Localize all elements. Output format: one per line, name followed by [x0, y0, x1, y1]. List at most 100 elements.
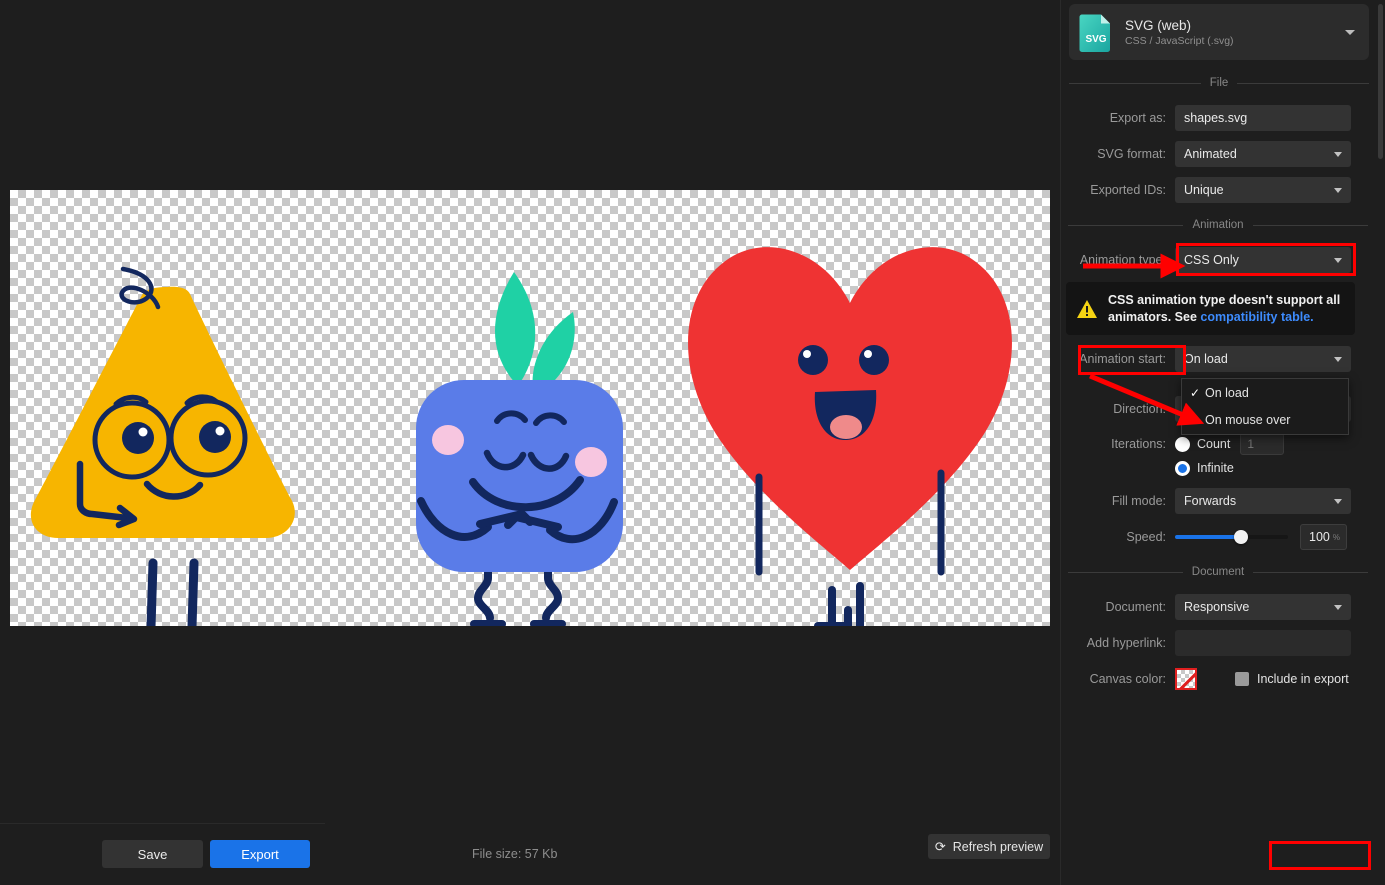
section-label-animation: Animation — [1192, 219, 1244, 231]
speed-label: Speed: — [1126, 530, 1166, 544]
row-export-as: Export as: shapes.svg — [1063, 105, 1351, 131]
warning-triangle-icon — [1076, 299, 1098, 319]
add-hyperlink-input[interactable] — [1175, 630, 1351, 656]
export-dialog: File size: 57 Kb ⟳ Refresh preview SVG S… — [0, 0, 1385, 885]
menu-item-on-mouse-over[interactable]: On mouse over — [1182, 406, 1348, 433]
row-animation-start: Animation start: On load — [1063, 346, 1351, 372]
refresh-preview-button[interactable]: ⟳ Refresh preview — [928, 834, 1050, 859]
svg-file-icon: SVG — [1079, 12, 1113, 52]
panel-footer: Save Export — [0, 823, 325, 885]
chevron-down-icon — [1334, 499, 1342, 504]
format-title: SVG (web) — [1125, 17, 1192, 33]
fill-mode-dropdown[interactable]: Forwards — [1175, 488, 1351, 514]
red-heart-character — [688, 247, 1012, 626]
document-dropdown[interactable]: Responsive — [1175, 594, 1351, 620]
speed-slider[interactable] — [1175, 524, 1288, 550]
row-document: Document: Responsive — [1063, 594, 1351, 620]
add-hyperlink-label: Add hyperlink: — [1086, 636, 1166, 650]
speed-value: 100 — [1309, 530, 1330, 544]
chevron-down-icon — [1334, 605, 1342, 610]
row-speed: Speed: 100 % — [1063, 524, 1347, 550]
exported-ids-label: Exported IDs: — [1090, 183, 1166, 197]
speed-input[interactable]: 100 % — [1300, 524, 1347, 550]
section-header-file: File — [1069, 76, 1369, 90]
preview-area: File size: 57 Kb ⟳ Refresh preview — [0, 0, 1060, 885]
document-value: Responsive — [1184, 600, 1250, 614]
chevron-down-icon — [1345, 29, 1355, 35]
panel-scrollbar[interactable] — [1378, 4, 1383, 159]
svg-format-value: Animated — [1184, 147, 1237, 161]
chevron-down-icon — [1334, 152, 1342, 157]
export-as-input[interactable]: shapes.svg — [1175, 105, 1351, 131]
direction-label: Direction: — [1113, 402, 1166, 416]
divider-right — [1237, 82, 1369, 84]
canvas-color-swatch[interactable] — [1175, 668, 1197, 690]
chevron-down-icon — [1334, 258, 1342, 263]
animation-start-menu[interactable]: ✓ On load On mouse over — [1181, 378, 1349, 435]
exported-ids-value: Unique — [1184, 183, 1224, 197]
yellow-triangle-character — [30, 266, 295, 626]
include-in-export-checkbox[interactable]: Include in export — [1235, 672, 1349, 686]
checkbox-square — [1235, 672, 1249, 686]
animation-start-dropdown[interactable]: On load — [1175, 346, 1351, 372]
iterations-label: Iterations: — [1111, 437, 1166, 451]
artwork-canvas[interactable] — [10, 190, 1050, 626]
divider-left — [1068, 571, 1183, 573]
svg-format-dropdown[interactable]: Animated — [1175, 141, 1351, 167]
file-size-label: File size: 57 Kb — [472, 847, 558, 861]
blue-square-character — [416, 272, 623, 626]
warning-line-1: CSS animation type doesn't support all — [1108, 293, 1341, 307]
animation-type-value: CSS Only — [1184, 253, 1239, 267]
export-as-label: Export as: — [1109, 111, 1166, 125]
divider-left — [1068, 224, 1184, 226]
radio-infinite[interactable] — [1175, 460, 1190, 476]
section-header-document: Document — [1068, 565, 1369, 579]
iterations-count-input[interactable]: 1 — [1240, 433, 1285, 455]
document-label: Document: — [1105, 600, 1166, 614]
refresh-icon: ⟳ — [934, 839, 946, 854]
menu-item-on-load-label: On load — [1205, 385, 1249, 400]
section-header-animation: Animation — [1068, 218, 1369, 232]
menu-item-on-mouse-over-label: On mouse over — [1205, 412, 1291, 427]
warning-message: CSS animation type doesn't support all a… — [1108, 292, 1340, 325]
animation-start-label: Animation start: — [1079, 352, 1166, 366]
divider-left — [1069, 82, 1201, 84]
export-as-value: shapes.svg — [1184, 111, 1248, 125]
menu-item-on-load[interactable]: ✓ On load — [1182, 379, 1348, 406]
slider-fill — [1175, 535, 1241, 539]
row-iterations-infinite: Infinite — [1063, 455, 1234, 481]
radio-infinite-label: Infinite — [1197, 461, 1234, 475]
section-label-document: Document — [1191, 566, 1245, 578]
radio-count[interactable] — [1175, 436, 1190, 452]
row-animation-type: Animation type: CSS Only — [1063, 247, 1351, 273]
format-subtitle: CSS / JavaScript (.svg) — [1125, 34, 1234, 47]
speed-unit: % — [1332, 532, 1340, 542]
fill-mode-label: Fill mode: — [1111, 494, 1166, 508]
divider-right — [1253, 571, 1369, 573]
slider-knob[interactable] — [1233, 530, 1248, 544]
section-label-file: File — [1209, 77, 1229, 89]
save-button[interactable]: Save — [102, 840, 203, 868]
css-animation-warning: CSS animation type doesn't support all a… — [1066, 282, 1355, 335]
row-svg-format: SVG format: Animated — [1063, 141, 1351, 167]
warning-line-2: animators. See — [1108, 309, 1201, 324]
include-in-export-label: Include in export — [1257, 672, 1349, 686]
animation-start-value: On load — [1184, 352, 1228, 366]
chevron-down-icon — [1334, 188, 1342, 193]
iterations-count-value: 1 — [1247, 437, 1255, 451]
chevron-down-icon — [1334, 357, 1342, 362]
row-exported-ids: Exported IDs: Unique — [1063, 177, 1351, 203]
svg-text:SVG: SVG — [1085, 34, 1106, 45]
exported-ids-dropdown[interactable]: Unique — [1175, 177, 1351, 203]
row-fill-mode: Fill mode: Forwards — [1063, 488, 1351, 514]
radio-count-label: Count — [1197, 437, 1231, 451]
animation-type-dropdown[interactable]: CSS Only — [1175, 247, 1351, 273]
row-canvas-color: Canvas color: Include in export — [1063, 666, 1349, 692]
export-button[interactable]: Export — [210, 840, 310, 868]
svg-format-label: SVG format: — [1097, 147, 1166, 161]
export-format-selector[interactable]: SVG SVG (web) CSS / JavaScript (.svg) — [1069, 4, 1369, 60]
divider-right — [1252, 224, 1369, 226]
row-add-hyperlink: Add hyperlink: — [1063, 630, 1351, 656]
compatibility-table-link[interactable]: compatibility table. — [1200, 310, 1313, 324]
canvas-color-label: Canvas color: — [1089, 672, 1166, 686]
